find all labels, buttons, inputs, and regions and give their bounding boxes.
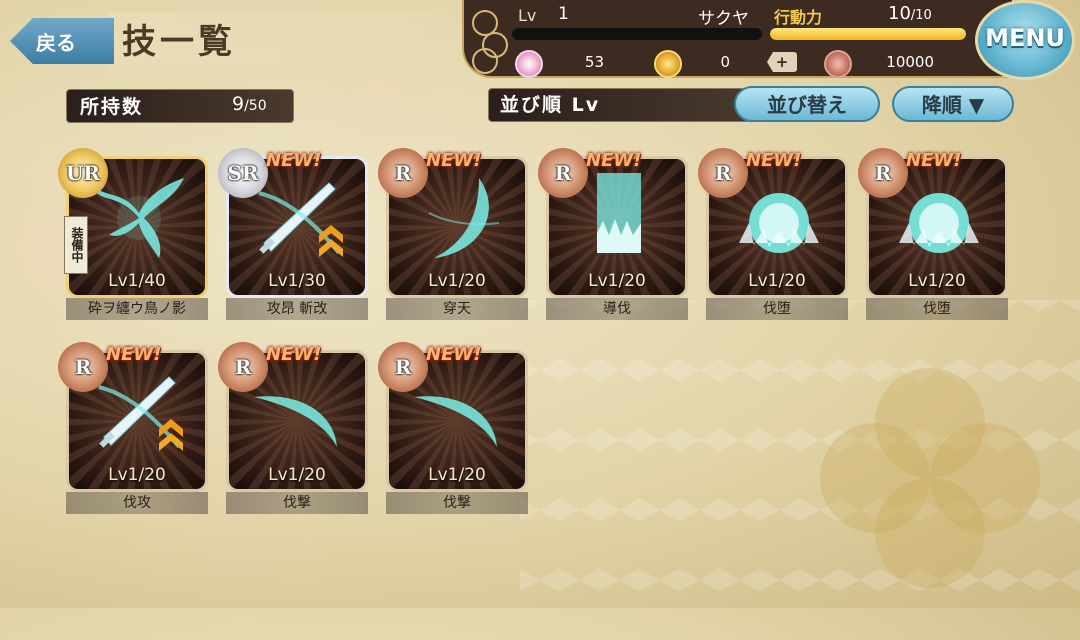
skill-name: 攻昂 斬改 [226, 298, 368, 320]
skill-level: Lv1/20 [748, 271, 806, 291]
page-title: 技一覧 [122, 22, 236, 62]
skill-card[interactable]: Lv1/20 穿天 R NEW! [378, 148, 528, 322]
action-points-value: 10/10 [888, 3, 932, 24]
new-badge: NEW! [266, 344, 322, 365]
skill-level: Lv1/40 [108, 271, 166, 291]
background-clover [820, 368, 1040, 588]
skill-card[interactable]: Lv1/20 伐撃 R NEW! [378, 342, 528, 516]
action-points-label: 行動力 [774, 8, 823, 27]
player-name: サクヤ [698, 9, 749, 29]
rarity-badge: SR [218, 148, 268, 198]
decoration-icon [470, 4, 510, 74]
skill-name: 伐撃 [386, 492, 528, 514]
action-points-bar [770, 28, 966, 40]
order-button[interactable]: 降順 ▼ [892, 86, 1014, 122]
rarity-badge: UR [58, 148, 108, 198]
skill-name: 伐撃 [226, 492, 368, 514]
skill-level: Lv1/20 [108, 465, 166, 485]
rarity-badge: R [218, 342, 268, 392]
skill-level: Lv1/20 [908, 271, 966, 291]
rarity-badge: R [378, 342, 428, 392]
back-button[interactable]: 戻る [10, 18, 114, 64]
skill-name: 穿天 [386, 298, 528, 320]
action-points-fill [770, 28, 966, 40]
new-badge: NEW! [426, 344, 482, 365]
new-badge: NEW! [266, 150, 322, 171]
equipped-tag: 装備中 [64, 216, 88, 274]
gem-count: 53 [584, 53, 604, 71]
skill-level: Lv1/30 [268, 271, 326, 291]
new-badge: NEW! [106, 344, 162, 365]
rarity-badge: R [378, 148, 428, 198]
coin-count: 0 [720, 53, 730, 71]
add-currency-button[interactable]: + [767, 52, 797, 72]
skill-card[interactable]: Lv1/20 伐攻 R NEW! [58, 342, 208, 516]
money-count: 10000 [886, 53, 934, 71]
new-badge: NEW! [586, 150, 642, 171]
skill-name: 伐堕 [866, 298, 1008, 320]
copper-coin-icon [824, 50, 852, 78]
menu-button[interactable]: MENU [975, 0, 1075, 80]
sort-button[interactable]: 並び替え [734, 86, 880, 122]
skill-card[interactable]: Lv1/30 攻昂 斬改 SR NEW! [218, 148, 368, 322]
rarity-badge: R [538, 148, 588, 198]
flower-gem-icon [515, 50, 543, 78]
gold-coin-icon [654, 50, 682, 78]
skill-level: Lv1/20 [268, 465, 326, 485]
skill-name: 伐攻 [66, 492, 208, 514]
rarity-badge: R [58, 342, 108, 392]
count-label: 所持数 [80, 96, 144, 118]
exp-bar [512, 28, 762, 40]
skill-card[interactable]: Lv1/20 伐堕 R NEW! [858, 148, 1008, 322]
skill-card[interactable]: Lv1/20 導伐 R NEW! [538, 148, 688, 322]
new-badge: NEW! [906, 150, 962, 171]
count-value: 9/50 [232, 93, 267, 115]
skill-card[interactable]: Lv1/20 伐撃 R NEW! [218, 342, 368, 516]
rarity-badge: R [698, 148, 748, 198]
new-badge: NEW! [426, 150, 482, 171]
level-label: Lv [518, 6, 537, 25]
new-badge: NEW! [746, 150, 802, 171]
skill-name: 砕ヲ纏ウ鳥ノ影 [66, 298, 208, 320]
rarity-badge: R [858, 148, 908, 198]
skill-card[interactable]: Lv1/40 砕ヲ纏ウ鳥ノ影 UR 装備中 [58, 148, 208, 322]
skill-name: 伐堕 [706, 298, 848, 320]
skill-level: Lv1/20 [428, 465, 486, 485]
skill-name: 導伐 [546, 298, 688, 320]
skill-card[interactable]: Lv1/20 伐堕 R NEW! [698, 148, 848, 322]
skill-level: Lv1/20 [428, 271, 486, 291]
sort-label: 並び順 Lv [500, 94, 601, 116]
skill-level: Lv1/20 [588, 271, 646, 291]
level-value: 1 [558, 4, 569, 24]
